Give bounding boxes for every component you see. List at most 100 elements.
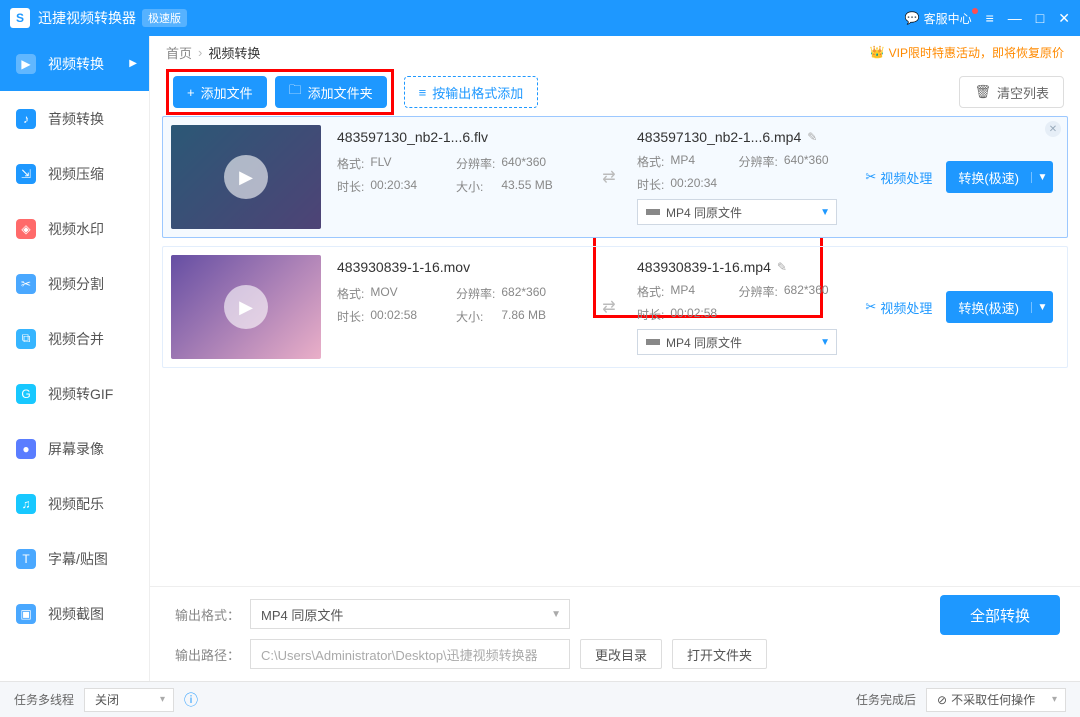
convert-button[interactable]: 转换(极速) ▼ [946, 161, 1053, 193]
thumbnail[interactable]: ▶ [171, 255, 321, 359]
convert-label: 转换(极速) [946, 298, 1031, 317]
output-format-select[interactable]: MP4 同原文件 ▼ [250, 599, 570, 629]
add-folder-button[interactable]: 🗀 添加文件夹 [275, 76, 387, 108]
edit-icon[interactable]: ✎ [777, 260, 787, 274]
swap-icon[interactable]: ⇄ [589, 117, 629, 237]
crown-icon: 👑 [870, 45, 885, 59]
add-folder-label: 添加文件夹 [308, 83, 373, 102]
format-label: 格式: [337, 285, 364, 302]
sidebar-item-label: 视频配乐 [48, 494, 104, 514]
sidebar-item-split[interactable]: ✂视频分割 [0, 256, 149, 311]
sidebar-item-audio-convert[interactable]: ♪音频转换 [0, 91, 149, 146]
duration-value: 00:20:34 [670, 176, 732, 193]
sidebar-item-subtitle[interactable]: T字幕/贴图 [0, 531, 149, 586]
duration-label: 时长: [337, 178, 364, 195]
caret-down-icon: ▾ [1052, 694, 1057, 705]
sidebar-item-label: 音频转换 [48, 109, 104, 129]
dropdown-value: MP4 同原文件 [666, 204, 742, 221]
resolution-value: 682*360 [501, 285, 581, 302]
service-center-link[interactable]: 💬 客服中心 [905, 10, 972, 27]
source-info: 483930839-1-16.mov 格式:MOV 分辨率:682*360 时长… [329, 247, 589, 367]
sidebar-item-watermark[interactable]: ◈视频水印 [0, 201, 149, 256]
row-actions: ✂视频处理 转换(极速) ▼ [854, 117, 1067, 237]
statusbar: 任务多线程 关闭 ▾ ⓘ 任务完成后 ⊘ 不采取任何操作 ▾ [0, 681, 1080, 717]
info-icon[interactable]: ⓘ [184, 690, 198, 710]
breadcrumb: 首页 › 视频转换 👑 VIP限时特惠活动，即将恢复原价 [150, 36, 1080, 68]
highlight-box: + 添加文件 🗀 添加文件夹 [166, 69, 394, 115]
video-edit-link[interactable]: ✂视频处理 [865, 168, 932, 187]
app-name: 迅捷视频转换器 [38, 8, 136, 28]
vip-promo-link[interactable]: 👑 VIP限时特惠活动，即将恢复原价 [870, 44, 1064, 61]
music-icon: ♫ [16, 494, 36, 514]
menu-icon[interactable]: ≡ [986, 10, 994, 26]
resolution-label: 分辨率: [739, 283, 778, 300]
sidebar-item-label: 视频转GIF [48, 384, 113, 404]
dropdown-value: MP4 同原文件 [666, 334, 742, 351]
output-format-dropdown[interactable]: MP4 同原文件 ▼ [637, 199, 837, 225]
convert-all-button[interactable]: 全部转换 [940, 595, 1060, 635]
caret-down-icon: ▼ [820, 337, 830, 348]
sidebar-item-gif[interactable]: G视频转GIF [0, 366, 149, 421]
plus-icon: + [187, 85, 195, 100]
caret-down-icon[interactable]: ▼ [1031, 172, 1053, 183]
video-convert-icon: ▶ [16, 54, 36, 74]
output-path-value: C:\Users\Administrator\Desktop\迅捷视频转换器 [261, 645, 538, 664]
after-action-select[interactable]: ⊘ 不采取任何操作 ▾ [926, 688, 1066, 712]
output-format-label: 输出格式： [170, 605, 240, 624]
sidebar-item-merge[interactable]: ⧉视频合并 [0, 311, 149, 366]
record-icon: ● [16, 439, 36, 459]
format-label: 格式: [637, 283, 664, 300]
remove-row-button[interactable]: ✕ [1045, 121, 1061, 137]
source-filename: 483930839-1-16.mov [337, 259, 581, 275]
caret-down-icon: ▼ [551, 609, 561, 620]
file-row[interactable]: ▶ 483930839-1-16.mov 格式:MOV 分辨率:682*360 … [162, 246, 1068, 368]
sidebar-item-label: 视频分割 [48, 274, 104, 294]
resolution-value: 682*360 [784, 283, 846, 300]
format-label: 格式: [637, 153, 664, 170]
maximize-button[interactable]: □ [1036, 10, 1044, 26]
add-by-format-button[interactable]: ≡ 按输出格式添加 [404, 76, 539, 108]
breadcrumb-home[interactable]: 首页 [166, 43, 192, 62]
main: 首页 › 视频转换 👑 VIP限时特惠活动，即将恢复原价 + 添加文件 🗀 添加… [150, 36, 1080, 681]
row-actions: ✂视频处理 转换(极速) ▼ [854, 247, 1067, 367]
sidebar-item-snapshot[interactable]: ▣视频截图 [0, 586, 149, 641]
target-filename: 483930839-1-16.mp4 [637, 259, 771, 275]
file-row[interactable]: ▶ 483597130_nb2-1...6.flv 格式:FLV 分辨率:640… [162, 116, 1068, 238]
format-value: MOV [370, 285, 450, 302]
edit-icon[interactable]: ✎ [807, 130, 817, 144]
sidebar-item-video-convert[interactable]: ▶ 视频转换 ▶ [0, 36, 149, 91]
breadcrumb-current: 视频转换 [208, 43, 260, 62]
size-label: 大小: [456, 178, 495, 195]
open-folder-button[interactable]: 打开文件夹 [672, 639, 767, 669]
caret-down-icon[interactable]: ▼ [1031, 302, 1053, 313]
toolbar: + 添加文件 🗀 添加文件夹 ≡ 按输出格式添加 🗑 清空列表 [150, 68, 1080, 116]
sidebar-item-music[interactable]: ♫ 视频配乐 [0, 476, 149, 531]
sidebar-item-video-compress[interactable]: ⇲视频压缩 [0, 146, 149, 201]
sidebar-item-record[interactable]: ●屏幕录像 [0, 421, 149, 476]
minimize-button[interactable]: — [1008, 10, 1022, 26]
output-format-dropdown[interactable]: MP4 同原文件 ▼ [637, 329, 837, 355]
vip-promo-text: VIP限时特惠活动，即将恢复原价 [889, 44, 1064, 61]
snapshot-icon: ▣ [16, 604, 36, 624]
resolution-value: 640*360 [784, 153, 846, 170]
output-path-input[interactable]: C:\Users\Administrator\Desktop\迅捷视频转换器 [250, 639, 570, 669]
change-dir-button[interactable]: 更改目录 [580, 639, 662, 669]
add-file-button[interactable]: + 添加文件 [173, 76, 267, 108]
chevron-right-icon: › [198, 45, 202, 60]
thread-select[interactable]: 关闭 ▾ [84, 688, 174, 712]
target-filename: 483597130_nb2-1...6.mp4 [637, 129, 801, 145]
convert-label: 转换(极速) [946, 168, 1031, 187]
thumbnail[interactable]: ▶ [171, 125, 321, 229]
forbidden-icon: ⊘ [937, 693, 947, 707]
close-button[interactable]: ✕ [1058, 10, 1070, 27]
video-edit-link[interactable]: ✂视频处理 [865, 298, 932, 317]
file-list: ▶ 483597130_nb2-1...6.flv 格式:FLV 分辨率:640… [150, 116, 1080, 586]
output-format-value: MP4 同原文件 [261, 605, 343, 624]
edition-badge: 极速版 [142, 9, 187, 27]
clear-list-button[interactable]: 🗑 清空列表 [959, 76, 1064, 108]
convert-button[interactable]: 转换(极速) ▼ [946, 291, 1053, 323]
compress-icon: ⇲ [16, 164, 36, 184]
swap-icon[interactable]: ⇄ [589, 247, 629, 367]
video-icon [646, 207, 660, 217]
folder-icon: 🗀 [289, 81, 302, 103]
